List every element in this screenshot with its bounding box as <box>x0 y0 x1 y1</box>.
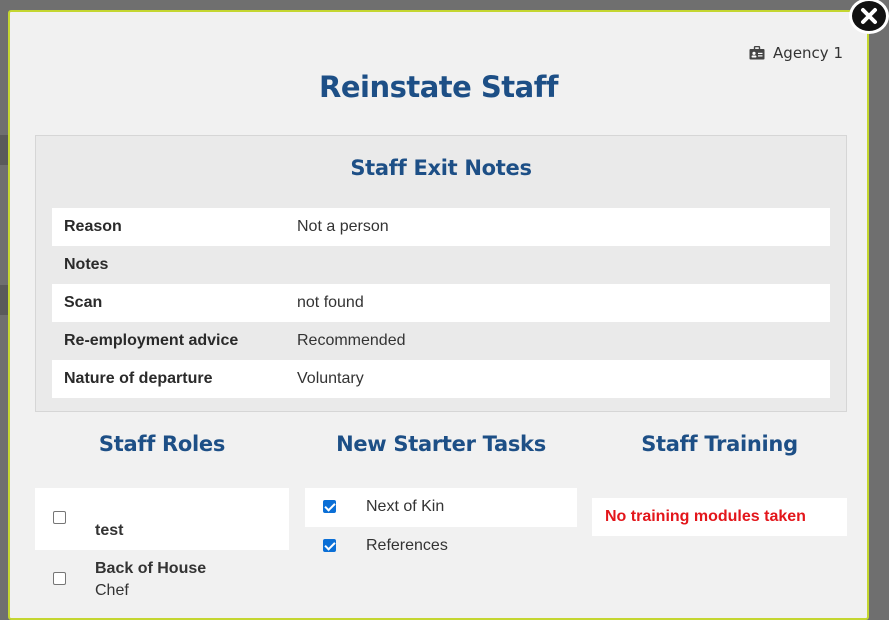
exit-note-row-notes: Notes <box>52 246 830 284</box>
staff-roles-title: Staff Roles <box>98 432 226 456</box>
exit-note-label: Nature of departure <box>52 360 285 398</box>
role-label: test <box>95 522 123 540</box>
staff-training-title: Staff Training <box>641 432 798 456</box>
exit-note-row-reemployment: Re-employment advice Recommended <box>52 322 830 360</box>
exit-note-label: Notes <box>52 246 285 284</box>
exit-note-label: Scan <box>52 284 285 322</box>
task-item[interactable]: References <box>305 527 577 566</box>
training-empty-message: No training modules taken <box>605 508 806 525</box>
exit-notes-title: Staff Exit Notes <box>350 156 532 180</box>
role-name: Back of House <box>95 560 207 577</box>
exit-note-label: Re-employment advice <box>52 322 285 360</box>
role-name: test <box>95 522 124 539</box>
exit-note-row-departure: Nature of departure Voluntary <box>52 360 830 398</box>
agency-indicator: Agency 1 <box>749 44 843 62</box>
task-item[interactable]: Next of Kin <box>305 488 577 527</box>
agency-name: Agency 1 <box>773 44 843 62</box>
task-checkbox[interactable] <box>323 539 336 552</box>
staff-exit-notes-panel: Staff Exit Notes Reason Not a person Not… <box>35 135 847 412</box>
exit-note-value: Voluntary <box>285 360 830 398</box>
exit-note-value: not found <box>285 284 830 322</box>
close-button[interactable] <box>849 0 889 34</box>
exit-notes-table: Reason Not a person Notes Scan not found… <box>52 208 830 398</box>
role-label: Back of House Chef <box>95 560 206 600</box>
close-icon <box>861 8 877 24</box>
task-label: Next of Kin <box>366 498 445 515</box>
role-checkbox[interactable] <box>53 511 66 524</box>
exit-note-row-scan: Scan not found <box>52 284 830 322</box>
new-starter-tasks-title: New Starter Tasks <box>336 432 546 456</box>
reinstate-staff-modal: Agency 1 Reinstate Staff Staff Exit Note… <box>8 10 869 620</box>
exit-note-value: Not a person <box>285 208 830 246</box>
exit-note-row-reason: Reason Not a person <box>52 208 830 246</box>
role-checkbox[interactable] <box>53 572 66 585</box>
role-item[interactable]: test <box>35 488 289 550</box>
exit-note-value <box>285 246 830 284</box>
exit-note-label: Reason <box>52 208 285 246</box>
role-sub-title: Chef <box>95 582 129 599</box>
role-item[interactable]: Back of House Chef <box>35 550 289 618</box>
task-label: References <box>366 537 448 554</box>
id-card-icon <box>749 46 765 60</box>
page-title: Reinstate Staff <box>319 70 558 104</box>
task-checkbox[interactable] <box>323 500 336 513</box>
training-empty-state: No training modules taken <box>592 498 847 536</box>
exit-note-value: Recommended <box>285 322 830 360</box>
